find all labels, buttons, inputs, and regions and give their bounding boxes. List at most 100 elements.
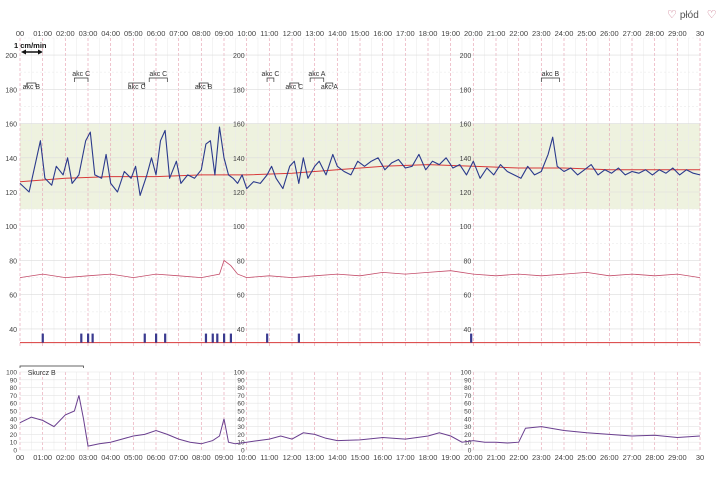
event-marker (229, 333, 232, 343)
time-tick-label-top: 22:00 (509, 29, 528, 38)
toco-tick-label: 20 (464, 432, 472, 439)
time-tick-label-top: 29:00 (668, 29, 687, 38)
time-tick-label-top: 25:00 (577, 29, 596, 38)
time-tick-label-bottom: 26:00 (600, 453, 619, 462)
toco-tick-label: 30 (464, 424, 472, 431)
toco-tick-label: 80 (10, 385, 18, 392)
hr-tick-label: 40 (464, 327, 472, 334)
time-tick-label-bottom: 18:00 (419, 453, 438, 462)
toco-tick-label: 30 (237, 424, 245, 431)
event-marker (470, 333, 473, 343)
time-tick-label-top: 13:00 (305, 29, 324, 38)
toco-tick-label: 70 (464, 393, 472, 400)
time-tick-label-top: 06:00 (147, 29, 166, 38)
accel-label: akc C (262, 71, 280, 78)
time-tick-label-bottom: 20:00 (464, 453, 483, 462)
time-tick-label-bottom: 25:00 (577, 453, 596, 462)
accel-bracket (148, 77, 168, 82)
accel-label: akc C (128, 84, 146, 91)
time-tick-label-bottom: 16:00 (373, 453, 392, 462)
time-tick-label-top: 02:00 (56, 29, 75, 38)
time-tick-label-bottom: 28:00 (645, 453, 664, 462)
scale-arrow-right (38, 49, 43, 55)
toco-tick-label: 90 (10, 377, 18, 384)
time-tick-label-top: 28:00 (645, 29, 664, 38)
time-tick-label-bottom: 24:00 (555, 453, 574, 462)
accel-label: akc A (308, 71, 325, 78)
accel-bracket (266, 77, 275, 82)
hr-tick-label: 200 (460, 53, 472, 60)
time-tick-label-bottom: 27:00 (623, 453, 642, 462)
time-tick-label-bottom: 00 (16, 453, 24, 462)
event-marker (216, 333, 219, 343)
time-tick-label-top: 27:00 (623, 29, 642, 38)
toco-tick-label: 60 (464, 401, 472, 408)
time-tick-label-bottom: 07:00 (169, 453, 188, 462)
toco-tick-label: 80 (464, 385, 472, 392)
accel-label: akc C (72, 71, 90, 78)
event-marker (80, 333, 83, 343)
time-tick-label-bottom: 06:00 (147, 453, 166, 462)
toco-tick-label: 50 (237, 409, 245, 416)
toco-tick-label: 80 (237, 385, 245, 392)
time-tick-label-bottom: 05:00 (124, 453, 143, 462)
time-tick-label-top: 20:00 (464, 29, 483, 38)
event-marker (91, 333, 94, 343)
event-marker (297, 333, 300, 343)
hr-tick-label: 60 (464, 293, 472, 300)
time-tick-label-top: 24:00 (555, 29, 574, 38)
accel-label: akc A (321, 84, 338, 91)
toco-tick-label: 30 (10, 424, 18, 431)
time-tick-label-bottom: 13:00 (305, 453, 324, 462)
event-marker (143, 333, 146, 343)
time-tick-label-top: 09:00 (215, 29, 234, 38)
hr-tick-label: 180 (460, 87, 472, 94)
time-tick-label-top: 08:00 (192, 29, 211, 38)
hr-tick-label: 140 (460, 156, 472, 163)
toco-tick-label: 100 (6, 370, 17, 377)
toco-tick-label: 90 (237, 377, 245, 384)
hr-tick-label: 60 (237, 293, 245, 300)
time-tick-label-top: 05:00 (124, 29, 143, 38)
event-marker (223, 333, 226, 343)
time-tick-label-bottom: 11:00 (260, 453, 278, 462)
toco-tick-label: 50 (10, 409, 18, 416)
toco-tick-label: 40 (464, 416, 472, 423)
time-tick-label-bottom: 09:00 (215, 453, 234, 462)
event-marker (266, 333, 269, 343)
scale-arrow-left (21, 49, 26, 55)
toco-tick-label: 70 (237, 393, 245, 400)
time-tick-label-bottom: 01:00 (33, 453, 52, 462)
toco-tick-label: 50 (464, 409, 472, 416)
time-tick-label-bottom: 03:00 (79, 453, 98, 462)
toco-label: Skurcz B (28, 370, 56, 377)
event-marker (41, 333, 44, 343)
accel-label: akc B (23, 84, 41, 91)
hr-tick-label: 80 (237, 258, 245, 265)
hr-tick-label: 160 (460, 122, 472, 129)
accel-bracket (540, 77, 560, 82)
toco-tick-label: 100 (460, 370, 471, 377)
time-tick-label-bottom: 29:00 (668, 453, 687, 462)
hr-tick-label: 60 (9, 293, 17, 300)
time-tick-label-top: 04:00 (101, 29, 120, 38)
hr-tick-label: 120 (460, 190, 472, 197)
time-tick-label-top: 11:00 (260, 29, 278, 38)
time-tick-label-bottom: 22:00 (509, 453, 528, 462)
hr-tick-label: 160 (5, 122, 17, 129)
toco-tick-label: 20 (237, 432, 245, 439)
accel-label: akc C (285, 84, 303, 91)
time-tick-label-top: 00 (16, 29, 24, 38)
time-tick-label-top: 14:00 (328, 29, 347, 38)
toco-tick-label: 60 (10, 401, 18, 408)
hr-tick-label: 80 (464, 258, 472, 265)
time-tick-label-top: 21:00 (487, 29, 506, 38)
time-tick-label-top: 01:00 (33, 29, 52, 38)
hr-tick-label: 40 (237, 327, 245, 334)
time-tick-label-bottom: 15:00 (351, 453, 370, 462)
hr-tick-label: 180 (233, 87, 245, 94)
event-marker (204, 333, 208, 343)
toco-tick-label: 10 (10, 440, 18, 447)
time-tick-label-top: 07:00 (169, 29, 188, 38)
hr-tick-label: 180 (5, 87, 17, 94)
